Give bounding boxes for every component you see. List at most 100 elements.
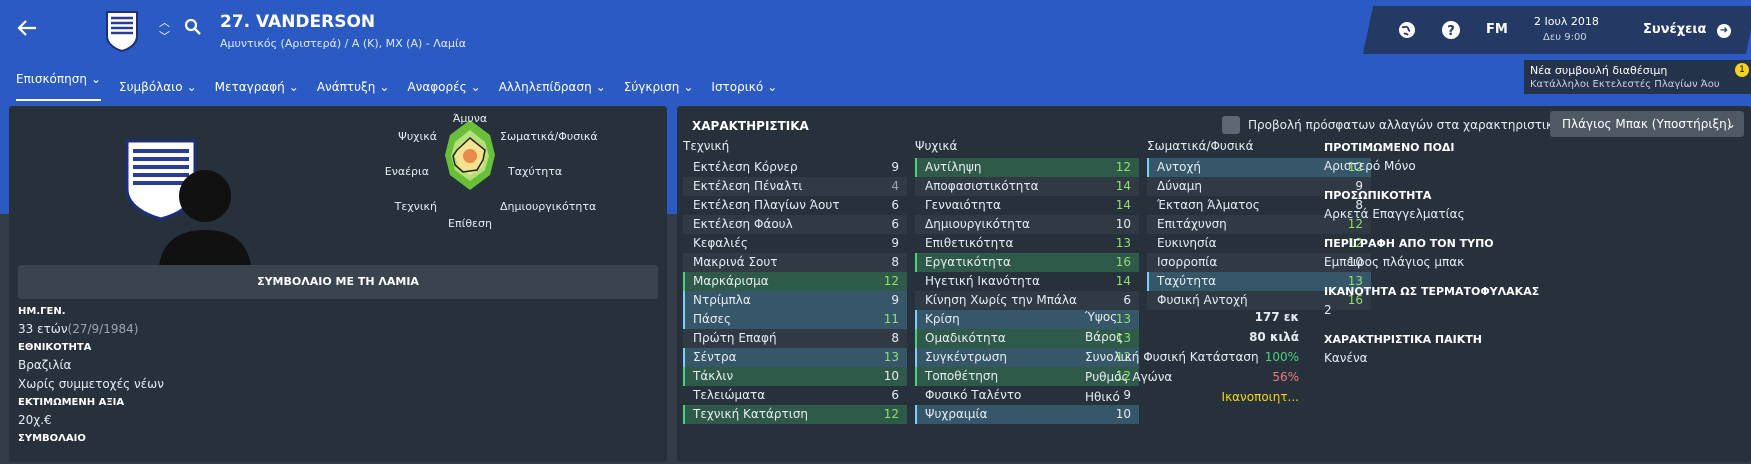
nationality-label: ΕΘΝΙΚΟΤΗΤΑ — [18, 342, 92, 353]
nationality-value[interactable]: Βραζιλία — [18, 356, 164, 375]
attribute-row[interactable]: Δημιουργικότητα 10 — [915, 215, 1139, 234]
tab-development[interactable]: Ανάπτυξη ⌄ — [317, 72, 390, 101]
attribute-name: Δημιουργικότητα — [925, 217, 1030, 231]
attribute-name: Τελειώματα — [693, 388, 766, 402]
tab-comparison[interactable]: Σύγκριση ⌄ — [624, 72, 694, 101]
player-name: 27. VANDERSON — [220, 12, 376, 32]
radar-label-physical: Σωματικά/Φυσικά — [500, 130, 598, 143]
dob-value: 33 ετών(27/9/1984) — [18, 320, 164, 339]
birth-date: (27/9/1984) — [67, 322, 139, 336]
youth-caps: Χωρίς συμμετοχές νέων — [18, 377, 164, 391]
attribute-name: Σέντρα — [693, 350, 737, 364]
attribute-row[interactable]: Εκτέλεση Πέναλτι 4 — [683, 177, 907, 196]
attribute-row[interactable]: Μακρινά Σουτ 8 — [683, 253, 907, 272]
search-icon[interactable] — [184, 18, 202, 39]
tab-interaction[interactable]: Αλληλεπίδραση ⌄ — [499, 72, 606, 101]
attribute-row[interactable]: Αποφασιστικότητα 14 — [915, 177, 1139, 196]
attribute-row[interactable]: Εκτέλεση Πλαγίων Άουτ 6 — [683, 196, 907, 215]
back-arrow-icon[interactable] — [16, 16, 38, 46]
attribute-row[interactable]: Μαρκάρισμα 12 — [683, 272, 907, 291]
attribute-name: Μαρκάρισμα — [693, 274, 769, 288]
attribute-row[interactable]: Πρώτη Επαφή 8 — [683, 329, 907, 348]
attribute-value: 6 — [891, 198, 899, 212]
attribute-value: 14 — [1115, 198, 1131, 212]
attribute-value: 14 — [1115, 274, 1131, 288]
attribute-value: 8 — [891, 331, 899, 345]
continue-button[interactable]: Συνέχεια ➜ — [1643, 22, 1731, 38]
attribute-name: Εκτέλεση Πέναλτι — [693, 179, 803, 193]
radar-label-aerial: Εναέρια — [385, 165, 429, 178]
tab-overview[interactable]: Επισκόπηση ⌄ — [16, 72, 101, 101]
attribute-row[interactable]: Τάκλιν 10 — [683, 367, 907, 386]
attribute-row[interactable]: Εκτέλεση Φάουλ 6 — [683, 215, 907, 234]
player-switch-arrows[interactable]: ︿ ﹀ — [159, 16, 170, 44]
detail-value[interactable]: Ικανοποιητ... — [1222, 387, 1299, 407]
attribute-value: 12 — [883, 407, 899, 421]
chevron-down-icon: ⌄ — [470, 79, 481, 94]
attribute-name: Συγκέντρωση — [925, 350, 1007, 364]
tab-reports[interactable]: Αναφορές ⌄ — [407, 72, 480, 101]
attribute-value: 14 — [1115, 179, 1131, 193]
attribute-value: 11 — [883, 312, 899, 326]
fm-logo[interactable]: FM — [1486, 22, 1508, 37]
attribute-row[interactable]: Τελειώματα 6 — [683, 386, 907, 405]
tab-history[interactable]: Ιστορικό ⌄ — [711, 72, 777, 101]
club-crest-icon[interactable] — [105, 10, 139, 53]
attribute-value: 9 — [891, 160, 899, 174]
attribute-row[interactable]: Αντίληψη 12 — [915, 158, 1139, 177]
globe-icon[interactable] — [1397, 20, 1417, 43]
attribute-row[interactable]: Ψυχραιμία 10 — [915, 405, 1139, 424]
physical-detail-row: Συνολική Φυσική Κατάσταση 100% — [1077, 347, 1307, 367]
attribute-row[interactable]: Πάσες 11 — [683, 310, 907, 329]
physical-details: Ύψος 177 εκ Βάρος 80 κιλά Συνολική Φυσική Κα… — [1077, 307, 1307, 407]
attribute-row[interactable]: Ντρίμπλα 9 — [683, 291, 907, 310]
detail-value: 56% — [1272, 370, 1299, 384]
chevron-up-icon[interactable]: ︿ — [159, 16, 170, 30]
attribute-name: Επιτάχυνση — [1157, 217, 1227, 231]
player-traits-value: Κανένα — [1324, 351, 1368, 365]
tab-label: Σύγκριση — [623, 79, 680, 94]
attribute-name: Εργατικότητα — [925, 255, 1011, 269]
notification-badge: 1 — [1735, 63, 1749, 77]
value-label: ΕΚΤΙΜΩΜΕΝΗ ΑΞΙΑ — [18, 397, 125, 408]
help-icon[interactable]: ? — [1441, 20, 1461, 43]
attribute-row[interactable]: Σέντρα 13 — [683, 348, 907, 367]
attribute-row[interactable]: Κεφαλιές 9 — [683, 234, 907, 253]
attribute-row[interactable]: Τεχνική Κατάρτιση 12 — [683, 405, 907, 424]
attribute-row[interactable]: Επιθετικότητα 13 — [915, 234, 1139, 253]
contract-header[interactable]: ΣΥΜΒΟΛΑΙΟ ΜΕ ΤΗ ΛΑΜΙΑ — [18, 265, 658, 299]
personality-value: Αρκετά Επαγγελματίας — [1324, 207, 1465, 221]
physical-detail-row: Ύψος 177 εκ — [1077, 307, 1307, 327]
attribute-name: Φυσική Αντοχή — [1157, 293, 1248, 307]
attribute-value: 12 — [883, 274, 899, 288]
detail-value: 80 κιλά — [1249, 330, 1299, 344]
notification-banner[interactable]: Νέα συμβουλή διαθέσιμη Κατάλληλοι Εκτελε… — [1524, 60, 1751, 94]
attribute-row[interactable]: Γενναιότητα 14 — [915, 196, 1139, 215]
attribute-row[interactable]: Εργατικότητα 16 — [915, 253, 1139, 272]
media-description-label: ΠΕΡΙΓΡΑΦΗ ΑΠΟ ΤΟΝ ΤΥΠΟ — [1324, 237, 1494, 250]
attribute-name: Αντίληψη — [925, 160, 982, 174]
attributes-panel: ΧΑΡΑΚΤΗΡΙΣΤΙΚΑ Προβολή πρόσφατων αλλαγών… — [677, 106, 1751, 462]
chevron-down-icon: ⌄ — [186, 79, 197, 94]
player-details: ΠΡΟΤΙΜΩΜΕΝΟ ΠΟΔΙ Αριστερό Μόνο ΠΡΟΣΩΠΙΚΟ… — [1324, 132, 1554, 365]
role-select[interactable]: Πλάγιος Μπακ (Υποστήριξη) ⌄ — [1550, 111, 1744, 137]
attribute-row[interactable]: Ηγετική Ικανότητα 14 — [915, 272, 1139, 291]
chevron-down-icon[interactable]: ﹀ — [159, 30, 170, 44]
chevron-down-icon: ⌄ — [1725, 117, 1736, 131]
attribute-name: Αντοχή — [1157, 160, 1202, 174]
tab-contract[interactable]: Συμβόλαιο ⌄ — [119, 72, 197, 101]
attribute-value: 13 — [1115, 236, 1131, 250]
chevron-down-icon: ⌄ — [683, 79, 694, 94]
attribute-name: Τεχνική Κατάρτιση — [693, 407, 809, 421]
physical-detail-row: Ηθικό Ικανοποιητ... — [1077, 387, 1307, 407]
chevron-down-icon: ⌄ — [90, 72, 101, 86]
attribute-name: Ταχύτητα — [1157, 274, 1217, 288]
player-overview-panel: Άμυνα Σωματικά/Φυσικά Ταχύτητα Δημιουργι… — [9, 106, 667, 462]
attribute-value: 6 — [891, 217, 899, 231]
physical-detail-row: Ρυθμός Αγώνα 56% — [1077, 367, 1307, 387]
continue-label: Συνέχεια — [1643, 22, 1707, 37]
recent-changes-checkbox[interactable] — [1222, 116, 1240, 134]
attribute-row[interactable]: Εκτέλεση Κόρνερ 9 — [683, 158, 907, 177]
tab-transfer[interactable]: Μεταγραφή ⌄ — [215, 72, 299, 101]
attribute-name: Πάσες — [693, 312, 732, 326]
